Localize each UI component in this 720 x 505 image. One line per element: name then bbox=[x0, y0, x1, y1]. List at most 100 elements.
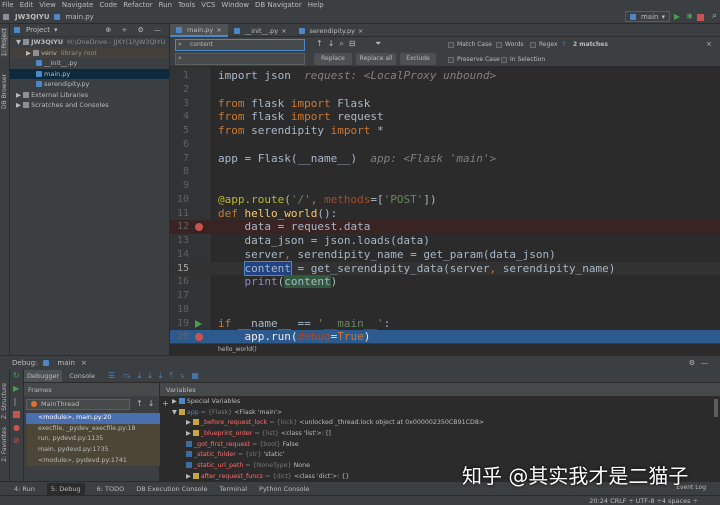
menu-item-navigate[interactable]: Navigate bbox=[62, 1, 93, 9]
run-config-select[interactable]: main ▾ bbox=[624, 11, 670, 22]
tree-item[interactable]: __init__.py bbox=[10, 58, 169, 69]
breakpoint-icon[interactable] bbox=[195, 333, 203, 342]
menu-item-edit[interactable]: Edit bbox=[20, 1, 34, 9]
menu-item-tools[interactable]: Tools bbox=[178, 1, 195, 9]
rerun-icon[interactable]: ↻ bbox=[10, 369, 23, 382]
caret-position[interactable]: 20:24 bbox=[589, 497, 608, 505]
project-panel-title[interactable]: Project bbox=[26, 26, 50, 34]
tree-item[interactable]: ▶ Scratches and Consoles bbox=[10, 100, 169, 111]
stop-icon[interactable] bbox=[697, 14, 704, 21]
tool-window--run[interactable]: 4: Run bbox=[14, 485, 35, 493]
search-icon[interactable]: ⌕ bbox=[712, 11, 717, 21]
code-line[interactable]: 3 from flask import Flask bbox=[170, 97, 720, 111]
run-icon[interactable]: ▶ bbox=[674, 12, 680, 21]
menu-item-file[interactable]: File bbox=[2, 1, 14, 9]
thread-select[interactable]: MainThread bbox=[26, 399, 130, 410]
in-selection-checkbox[interactable]: In Selection bbox=[501, 56, 545, 63]
view-breakpoints-icon[interactable]: ● bbox=[10, 421, 23, 434]
editor-tab[interactable]: serendipity.py × bbox=[293, 24, 370, 37]
settings-icon[interactable]: ⚙— bbox=[689, 359, 714, 367]
step-icons[interactable]: ☰⤼⤓⤓⤓⤒⤵▦ bbox=[108, 371, 206, 381]
tab-console[interactable]: Console bbox=[66, 370, 98, 382]
structure-tool-tab[interactable]: Z: Structure bbox=[1, 383, 8, 419]
code-line[interactable]: 7 app = Flask(__name__) app: <Flask 'main… bbox=[170, 152, 720, 166]
editor-breadcrumb[interactable]: hello_world() bbox=[170, 343, 720, 355]
file-encoding[interactable]: UTF-8 ÷ bbox=[636, 497, 662, 505]
menu-item-run[interactable]: Run bbox=[159, 1, 172, 9]
resume-icon[interactable]: ▶ bbox=[10, 382, 23, 395]
frame-item[interactable]: main, pydevd.py:1735 bbox=[26, 445, 160, 456]
code-line[interactable]: 5 from serendipity import * bbox=[170, 124, 720, 138]
code-line[interactable]: 17 bbox=[170, 289, 720, 303]
run-gutter-icon[interactable] bbox=[195, 319, 202, 328]
editor-tab[interactable]: main.py × bbox=[170, 24, 228, 37]
code-line[interactable]: 9 bbox=[170, 179, 720, 193]
expand-arrow-icon[interactable]: ▶ bbox=[186, 473, 193, 480]
code-line[interactable]: 1 import json request: <LocalProxy unboun… bbox=[170, 69, 720, 83]
replace-button[interactable]: Replace bbox=[314, 53, 352, 65]
expand-arrow-icon[interactable]: ▶ bbox=[172, 398, 179, 405]
code-line[interactable]: 15 content = get_serendipity_data(server… bbox=[170, 260, 720, 276]
tree-item[interactable]: serendipity.py bbox=[10, 79, 169, 90]
exclude-button[interactable]: Exclude bbox=[400, 53, 436, 65]
scrollbar[interactable] bbox=[714, 399, 718, 417]
add-watch-icon[interactable]: + bbox=[162, 399, 169, 408]
menu-item-window[interactable]: Window bbox=[221, 1, 249, 9]
close-icon[interactable]: × bbox=[706, 40, 712, 48]
project-tool-tab[interactable]: 1: Project bbox=[1, 28, 8, 57]
breadcrumb-file[interactable]: main.py bbox=[66, 13, 94, 21]
breakpoint-icon[interactable] bbox=[195, 223, 203, 232]
chevron-icon[interactable]: ▶ bbox=[26, 49, 33, 57]
regex-checkbox[interactable]: Regex bbox=[530, 41, 558, 48]
variable-item[interactable]: ▶ Special Variables bbox=[172, 397, 712, 408]
expand-arrow-icon[interactable]: ▶ bbox=[186, 430, 193, 437]
tree-item[interactable]: main.py bbox=[10, 68, 169, 79]
chevron-icon[interactable]: ▼ bbox=[16, 38, 23, 46]
tool-window-terminal[interactable]: Terminal bbox=[220, 485, 247, 493]
expand-arrow-icon[interactable]: ▶ bbox=[186, 419, 193, 426]
preserve-case-checkbox[interactable]: Preserve Case bbox=[448, 56, 500, 63]
code-line[interactable]: 14 server, serendipity_name = get_param(… bbox=[170, 248, 720, 262]
variable-item[interactable]: ▶ _before_request_lock = {lock} <unlocke… bbox=[172, 418, 712, 429]
search-nav-icons[interactable]: ↑↓⌕⊟ bbox=[316, 39, 361, 49]
menu-item-help[interactable]: Help bbox=[308, 1, 324, 9]
tool-window--debug[interactable]: 5: Debug bbox=[46, 482, 85, 495]
code-line[interactable]: 13 data_json = json.loads(data) bbox=[170, 234, 720, 248]
filter-icon[interactable]: ⏷ bbox=[375, 39, 381, 49]
tool-window-db-execution-console[interactable]: DB Execution Console bbox=[136, 485, 207, 493]
find-input[interactable]: content bbox=[175, 39, 305, 51]
db-browser-tool-tab[interactable]: DB Browser bbox=[1, 74, 8, 109]
code-line[interactable]: 10 @app.route('/', methods=['POST']) bbox=[170, 193, 720, 207]
match-case-checkbox[interactable]: Match Case bbox=[448, 41, 492, 48]
debug-session-tab[interactable]: main bbox=[57, 359, 75, 367]
frame-nav-icons[interactable]: ↑↓ bbox=[136, 399, 159, 408]
code-line[interactable]: 12 data = request.data bbox=[170, 220, 720, 234]
pause-icon[interactable]: ‖ bbox=[10, 395, 23, 408]
frame-item[interactable]: <module>, main.py:20 bbox=[26, 413, 160, 424]
chevron-icon[interactable]: ▶ bbox=[16, 91, 23, 99]
variable-item[interactable]: _got_first_request = {bool} False bbox=[172, 440, 712, 451]
menu-item-view[interactable]: View bbox=[39, 1, 56, 9]
frame-item[interactable]: execfile, _pydev_execfile.py:18 bbox=[26, 423, 160, 435]
tree-item[interactable]: ▶ External Libraries bbox=[10, 90, 169, 101]
code-line[interactable]: 2 bbox=[170, 83, 720, 97]
regex-help-icon[interactable]: ? bbox=[562, 40, 565, 48]
menu-item-code[interactable]: Code bbox=[99, 1, 117, 9]
breadcrumb-project[interactable]: JW3QIYU bbox=[15, 13, 50, 21]
tab-debugger[interactable]: Debugger bbox=[24, 369, 63, 382]
expand-arrow-icon[interactable]: ▼ bbox=[172, 409, 179, 416]
mute-breakpoints-icon[interactable]: ⊘ bbox=[10, 434, 23, 447]
replace-all-button[interactable]: Replace all bbox=[356, 53, 396, 65]
menu-item-vcs[interactable]: VCS bbox=[201, 1, 215, 9]
menu-item-db-navigator[interactable]: DB Navigator bbox=[255, 1, 302, 9]
stop-icon[interactable] bbox=[13, 411, 20, 418]
code-line[interactable]: 19 if __name__ == '__main__': bbox=[170, 317, 720, 331]
words-checkbox[interactable]: Words bbox=[496, 41, 524, 48]
code-line[interactable]: 4 from flask import request bbox=[170, 110, 720, 124]
editor-tab[interactable]: __init__.py × bbox=[228, 24, 293, 37]
menu-item-refactor[interactable]: Refactor bbox=[123, 1, 152, 9]
debug-icon[interactable]: ✱ bbox=[686, 12, 693, 21]
code-line[interactable]: 8 bbox=[170, 165, 720, 179]
close-icon[interactable]: × bbox=[216, 26, 221, 34]
replace-input[interactable] bbox=[175, 53, 305, 65]
